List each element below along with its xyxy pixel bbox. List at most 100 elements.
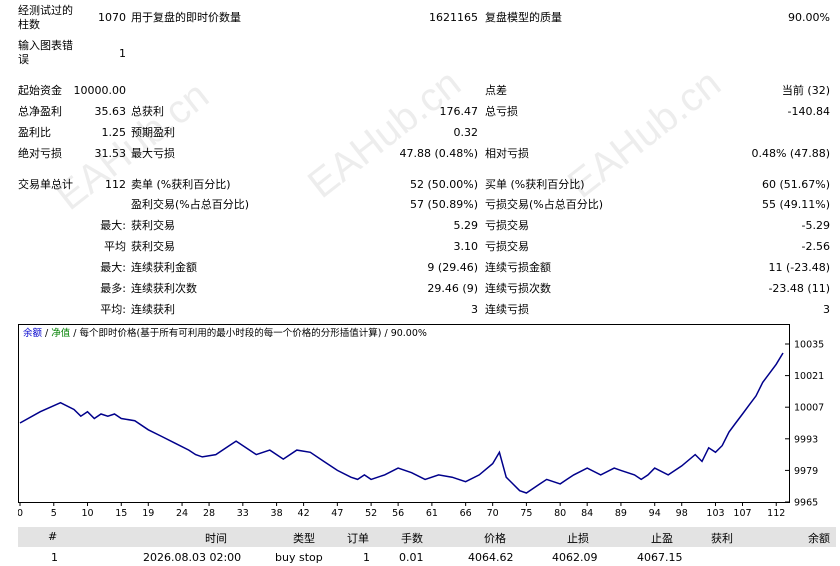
orders-table-header: # 时间 类型 订单 手数 价格 止损 止盈 获利 余额	[18, 527, 836, 547]
model-text: 每个即时价格(基于所有可利用的最小时段的每一个价格的分形插值计算)	[79, 328, 382, 339]
gross-loss-value: -140.84	[787, 105, 830, 118]
avg-consec-losses-label: 连续亏损	[485, 303, 529, 316]
max-consec-profit-label: 连续获利次数	[131, 282, 197, 295]
avg2-label: 平均:	[100, 303, 126, 316]
max-consec-wins-amt-value: 9 (29.46)	[427, 261, 478, 274]
max-consec-loss-value: -23.48 (11)	[768, 282, 830, 295]
balance-legend: 余额	[23, 328, 43, 339]
x-tick-label: 0	[18, 508, 23, 519]
short-value: 52 (50.00%)	[409, 178, 478, 191]
x-tick-label: 24	[176, 508, 188, 519]
net-profit-label: 总净盈利	[18, 105, 62, 118]
largest-label: 最大:	[100, 219, 126, 232]
x-tick-label: 42	[298, 508, 310, 519]
col-header-tp[interactable]: 止盈	[651, 530, 673, 546]
col-header-price[interactable]: 价格	[484, 530, 506, 546]
col-header-number[interactable]: #	[48, 530, 57, 543]
expected-payoff-value: 0.32	[453, 126, 479, 139]
long-value: 60 (51.67%)	[761, 178, 830, 191]
max-drawdown-label: 最大亏损	[131, 147, 175, 160]
x-tick-label: 66	[460, 508, 472, 519]
largest-loss-label: 亏损交易	[485, 219, 529, 232]
x-tick-label: 61	[426, 508, 438, 519]
ticks-value: 1621165	[429, 11, 478, 24]
errors-value: 1	[119, 47, 126, 60]
avg-consec-wins-label: 连续获利	[131, 303, 175, 316]
net-profit-value: 35.63	[94, 105, 127, 118]
rel-drawdown-value: 0.48% (47.88)	[751, 147, 830, 160]
avg-loss-value: -2.56	[801, 240, 830, 253]
max-consec-profit-value: 29.46 (9)	[427, 282, 478, 295]
col-header-type[interactable]: 类型	[293, 530, 315, 546]
y-tick-label: 9993	[794, 434, 818, 445]
initial-deposit-label: 起始资金	[18, 84, 62, 97]
x-tick-label: 5	[51, 508, 57, 519]
expected-payoff-label: 预期盈利	[131, 126, 175, 139]
gross-loss-label: 总亏损	[485, 105, 518, 118]
average-label: 平均	[104, 240, 126, 253]
bars-tested-value: 1070	[98, 11, 126, 24]
profit-trades-label: 盈利交易(%占总百分比)	[131, 198, 250, 211]
balance-chart-svg: 0 5 10 15 19 24 28 33 38 42 47 52 56 61 66 70 75 80 84 89 94…	[18, 324, 824, 519]
quality-label: 复盘模型的质量	[485, 11, 562, 24]
profit-factor-label: 盈利比	[18, 126, 51, 139]
y-tick-label: 9965	[794, 498, 818, 509]
x-tick-label: 15	[115, 508, 127, 519]
quality-value: 90.00%	[788, 11, 830, 24]
x-tick-label: 70	[487, 508, 499, 519]
cell-number: 1	[51, 551, 58, 564]
x-tick-label: 112	[767, 508, 785, 519]
spread-label: 点差	[485, 84, 507, 97]
loss-trades-label: 亏损交易(%占总百分比)	[485, 198, 604, 211]
cell-time: 2026.08.03 02:00	[143, 551, 242, 564]
long-label: 买单 (%获利百分比)	[485, 178, 585, 191]
col-header-time[interactable]: 时间	[205, 530, 227, 546]
cell-type: buy stop	[275, 551, 323, 564]
gross-profit-value: 176.47	[439, 105, 479, 118]
cell-order: 1	[363, 551, 370, 564]
balance-chart[interactable]: 0 5 10 15 19 24 28 33 38 42 47 52 56 61 66 70 75 80 84 89 94…	[18, 324, 840, 520]
x-tick-label: 38	[271, 508, 283, 519]
avg-profit-value: 3.10	[453, 240, 479, 253]
cell-tp: 4067.15	[637, 551, 683, 564]
x-tick-labels: 0 5 10 15 19 24 28 33 38 42 47 52 56 61 66 70 75 80 84 89 94…	[18, 508, 785, 519]
x-tick-label: 75	[520, 508, 532, 519]
abs-drawdown-label: 绝对亏损	[18, 147, 62, 160]
max-drawdown-value: 47.88 (0.48%)	[399, 147, 478, 160]
largest-loss-value: -5.29	[801, 219, 830, 232]
spread-value: 当前 (32)	[781, 84, 830, 97]
col-header-balance[interactable]: 余额	[808, 530, 830, 546]
x-tick-label: 94	[649, 508, 661, 519]
model-quality: 90.00%	[390, 328, 427, 339]
y-tick-label: 10035	[794, 340, 824, 351]
x-tick-label: 98	[676, 508, 688, 519]
cell-lots: 0.01	[399, 551, 424, 564]
x-tick-label: 89	[615, 508, 627, 519]
x-tick-label: 10	[81, 508, 93, 519]
loss-trades-value: 55 (49.11%)	[761, 198, 830, 211]
avg-loss-label: 亏损交易	[485, 240, 529, 253]
largest-profit-value: 5.29	[453, 219, 479, 232]
col-header-lots[interactable]: 手数	[401, 530, 423, 546]
short-label: 卖单 (%获利百分比)	[131, 178, 231, 191]
cell-sl: 4062.09	[552, 551, 598, 564]
y-tick-label: 9979	[794, 466, 818, 477]
col-header-order[interactable]: 订单	[347, 530, 369, 546]
chart-header: 余额 / 净值 / 每个即时价格(基于所有可利用的最小时段的每一个价格的分形插值…	[23, 328, 427, 339]
max-consec-wins-amt-label: 连续获利金额	[131, 261, 197, 274]
initial-deposit-value: 10000.00	[73, 84, 127, 97]
maximal-label: 最多:	[100, 282, 126, 295]
y-tick-label: 10021	[794, 371, 824, 382]
x-tick-label: 84	[581, 508, 593, 519]
avg-consec-wins-value: 3	[471, 303, 478, 316]
plot-frame	[18, 324, 790, 503]
profit-factor-value: 1.25	[101, 126, 127, 139]
y-tick-label: 10007	[794, 403, 824, 414]
col-header-profit[interactable]: 获利	[711, 530, 733, 546]
max-consec-loss-amt-value: 11 (-23.48)	[768, 261, 830, 274]
abs-drawdown-value: 31.53	[94, 147, 127, 160]
total-trades-value: 112	[105, 178, 126, 191]
x-tick-label: 107	[733, 508, 751, 519]
profit-trades-value: 57 (50.89%)	[409, 198, 478, 211]
col-header-sl[interactable]: 止损	[567, 530, 589, 546]
